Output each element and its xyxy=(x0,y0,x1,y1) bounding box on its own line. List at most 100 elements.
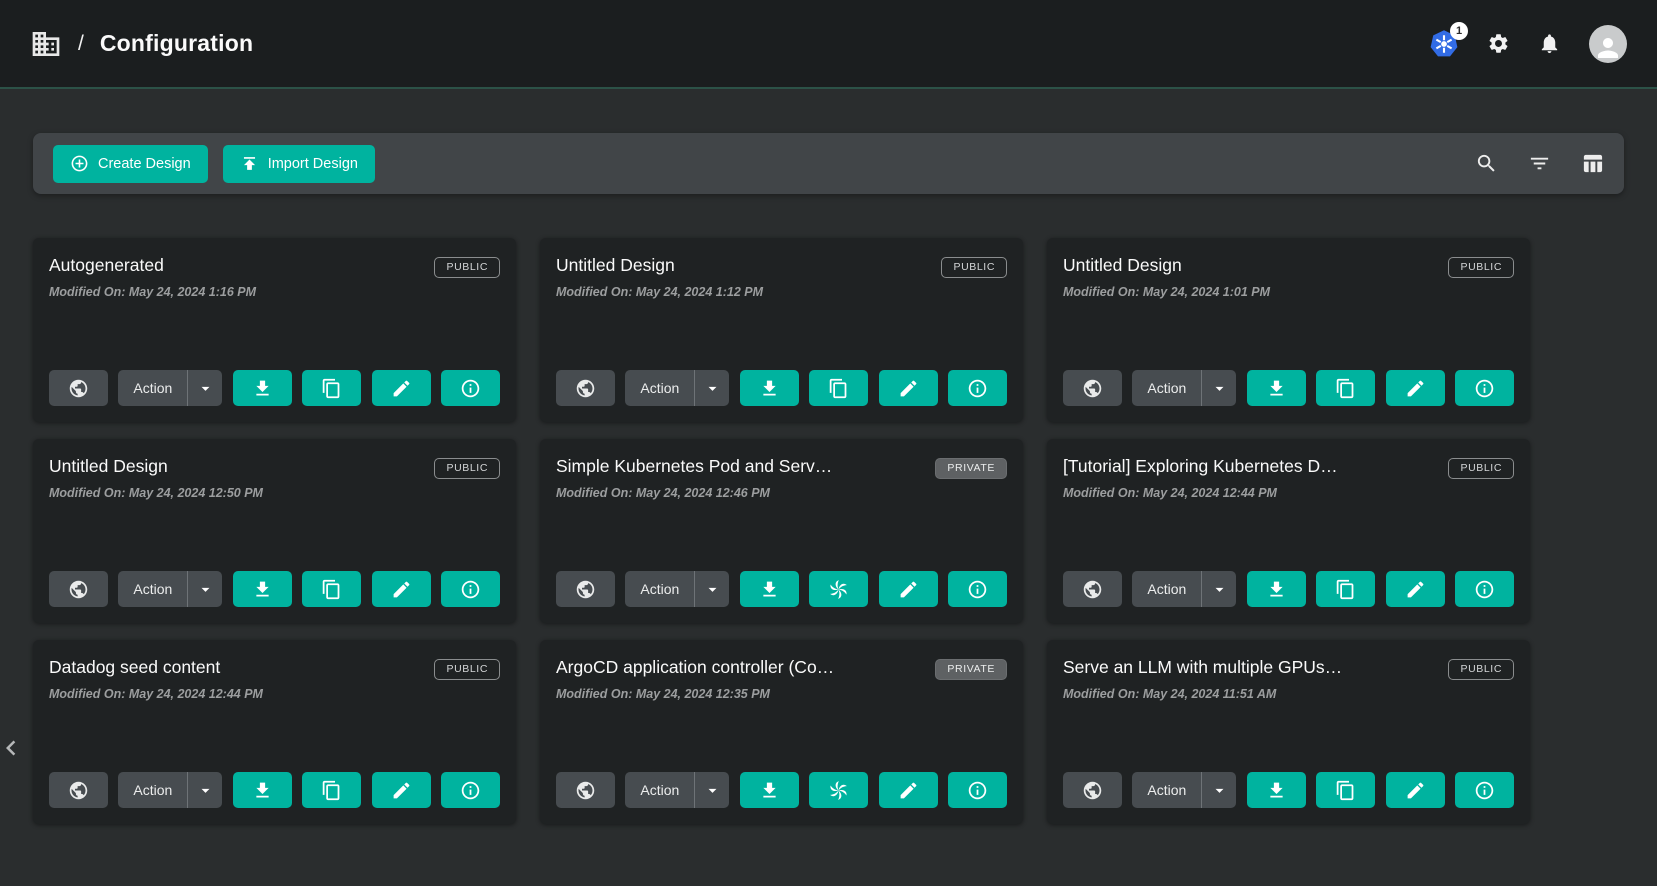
download-button[interactable] xyxy=(1247,772,1306,808)
action-dropdown-button[interactable] xyxy=(695,571,729,607)
download-button[interactable] xyxy=(740,571,799,607)
visibility-globe-button[interactable] xyxy=(1063,571,1122,607)
info-icon xyxy=(460,579,481,600)
info-button[interactable] xyxy=(1455,571,1514,607)
download-icon xyxy=(759,378,780,399)
info-icon xyxy=(460,378,481,399)
action-button-label[interactable]: Action xyxy=(1132,772,1201,808)
clone-button[interactable] xyxy=(302,370,361,406)
collapse-drawer-chevron-icon[interactable] xyxy=(0,733,26,768)
action-dropdown-button[interactable] xyxy=(188,571,222,607)
info-button[interactable] xyxy=(441,772,500,808)
open-in-kanvas-button[interactable] xyxy=(809,772,868,808)
filter-icon[interactable] xyxy=(1528,152,1551,175)
action-split-button[interactable]: Action xyxy=(1132,370,1236,406)
download-button[interactable] xyxy=(233,571,292,607)
edit-button[interactable] xyxy=(372,571,431,607)
visibility-globe-button[interactable] xyxy=(556,370,615,406)
info-icon xyxy=(1474,780,1495,801)
info-button[interactable] xyxy=(441,571,500,607)
edit-button[interactable] xyxy=(879,370,938,406)
kubernetes-badge-count: 1 xyxy=(1450,22,1468,40)
modified-on: Modified On: May 24, 2024 12:44 PM xyxy=(49,687,500,701)
design-title: Untitled Design xyxy=(49,456,178,477)
action-split-button[interactable]: Action xyxy=(118,571,222,607)
organization-icon[interactable] xyxy=(30,28,62,60)
clone-button[interactable] xyxy=(809,370,868,406)
clone-button[interactable] xyxy=(302,571,361,607)
design-card: ArgoCD application controller (Co… PRIVA… xyxy=(540,640,1023,824)
download-button[interactable] xyxy=(740,370,799,406)
action-button-label[interactable]: Action xyxy=(118,772,187,808)
clone-button[interactable] xyxy=(302,772,361,808)
info-button[interactable] xyxy=(948,571,1007,607)
globe-icon xyxy=(68,378,89,399)
open-in-kanvas-button[interactable] xyxy=(809,571,868,607)
clone-button[interactable] xyxy=(1316,370,1375,406)
action-split-button[interactable]: Action xyxy=(118,370,222,406)
info-button[interactable] xyxy=(948,370,1007,406)
clone-button[interactable] xyxy=(1316,772,1375,808)
action-button-label[interactable]: Action xyxy=(118,571,187,607)
action-dropdown-button[interactable] xyxy=(1202,370,1236,406)
edit-button[interactable] xyxy=(1386,772,1445,808)
action-split-button[interactable]: Action xyxy=(1132,772,1236,808)
edit-button[interactable] xyxy=(372,370,431,406)
info-button[interactable] xyxy=(1455,370,1514,406)
info-button[interactable] xyxy=(441,370,500,406)
user-avatar[interactable] xyxy=(1589,25,1627,63)
create-design-button[interactable]: Create Design xyxy=(53,145,208,183)
edit-button[interactable] xyxy=(1386,571,1445,607)
info-button[interactable] xyxy=(1455,772,1514,808)
notifications-bell-icon[interactable] xyxy=(1538,32,1561,55)
action-button-label[interactable]: Action xyxy=(1132,370,1201,406)
download-button[interactable] xyxy=(1247,571,1306,607)
visibility-globe-button[interactable] xyxy=(556,772,615,808)
download-button[interactable] xyxy=(233,772,292,808)
action-button-label[interactable]: Action xyxy=(1132,571,1201,607)
visibility-chip: PUBLIC xyxy=(434,257,500,278)
action-dropdown-button[interactable] xyxy=(188,772,222,808)
action-split-button[interactable]: Action xyxy=(625,571,729,607)
clone-icon xyxy=(321,780,342,801)
action-dropdown-button[interactable] xyxy=(695,772,729,808)
edit-button[interactable] xyxy=(879,571,938,607)
visibility-globe-button[interactable] xyxy=(49,571,108,607)
globe-icon xyxy=(68,579,89,600)
action-button-label[interactable]: Action xyxy=(625,772,694,808)
visibility-globe-button[interactable] xyxy=(49,370,108,406)
table-view-icon[interactable] xyxy=(1581,152,1604,175)
edit-button[interactable] xyxy=(372,772,431,808)
kubernetes-context-button[interactable]: 1 xyxy=(1429,29,1459,59)
search-icon[interactable] xyxy=(1475,152,1498,175)
action-button-label[interactable]: Action xyxy=(625,571,694,607)
clone-button[interactable] xyxy=(1316,571,1375,607)
edit-button[interactable] xyxy=(1386,370,1445,406)
action-button-label[interactable]: Action xyxy=(118,370,187,406)
action-dropdown-button[interactable] xyxy=(1202,571,1236,607)
action-split-button[interactable]: Action xyxy=(118,772,222,808)
info-button[interactable] xyxy=(948,772,1007,808)
download-button[interactable] xyxy=(1247,370,1306,406)
action-split-button[interactable]: Action xyxy=(625,772,729,808)
visibility-globe-button[interactable] xyxy=(49,772,108,808)
action-dropdown-button[interactable] xyxy=(188,370,222,406)
action-split-button[interactable]: Action xyxy=(625,370,729,406)
settings-gear-icon[interactable] xyxy=(1487,32,1510,55)
edit-pencil-icon xyxy=(1405,780,1426,801)
visibility-globe-button[interactable] xyxy=(556,571,615,607)
download-button[interactable] xyxy=(740,772,799,808)
edit-button[interactable] xyxy=(879,772,938,808)
import-design-button[interactable]: Import Design xyxy=(223,145,375,183)
visibility-globe-button[interactable] xyxy=(1063,772,1122,808)
download-button[interactable] xyxy=(233,370,292,406)
action-button-label[interactable]: Action xyxy=(625,370,694,406)
action-dropdown-button[interactable] xyxy=(695,370,729,406)
action-split-button[interactable]: Action xyxy=(1132,571,1236,607)
visibility-globe-button[interactable] xyxy=(1063,370,1122,406)
info-icon xyxy=(967,780,988,801)
action-dropdown-button[interactable] xyxy=(1202,772,1236,808)
design-card: Untitled Design PUBLIC Modified On: May … xyxy=(540,238,1023,422)
clone-icon xyxy=(828,378,849,399)
download-icon xyxy=(759,579,780,600)
